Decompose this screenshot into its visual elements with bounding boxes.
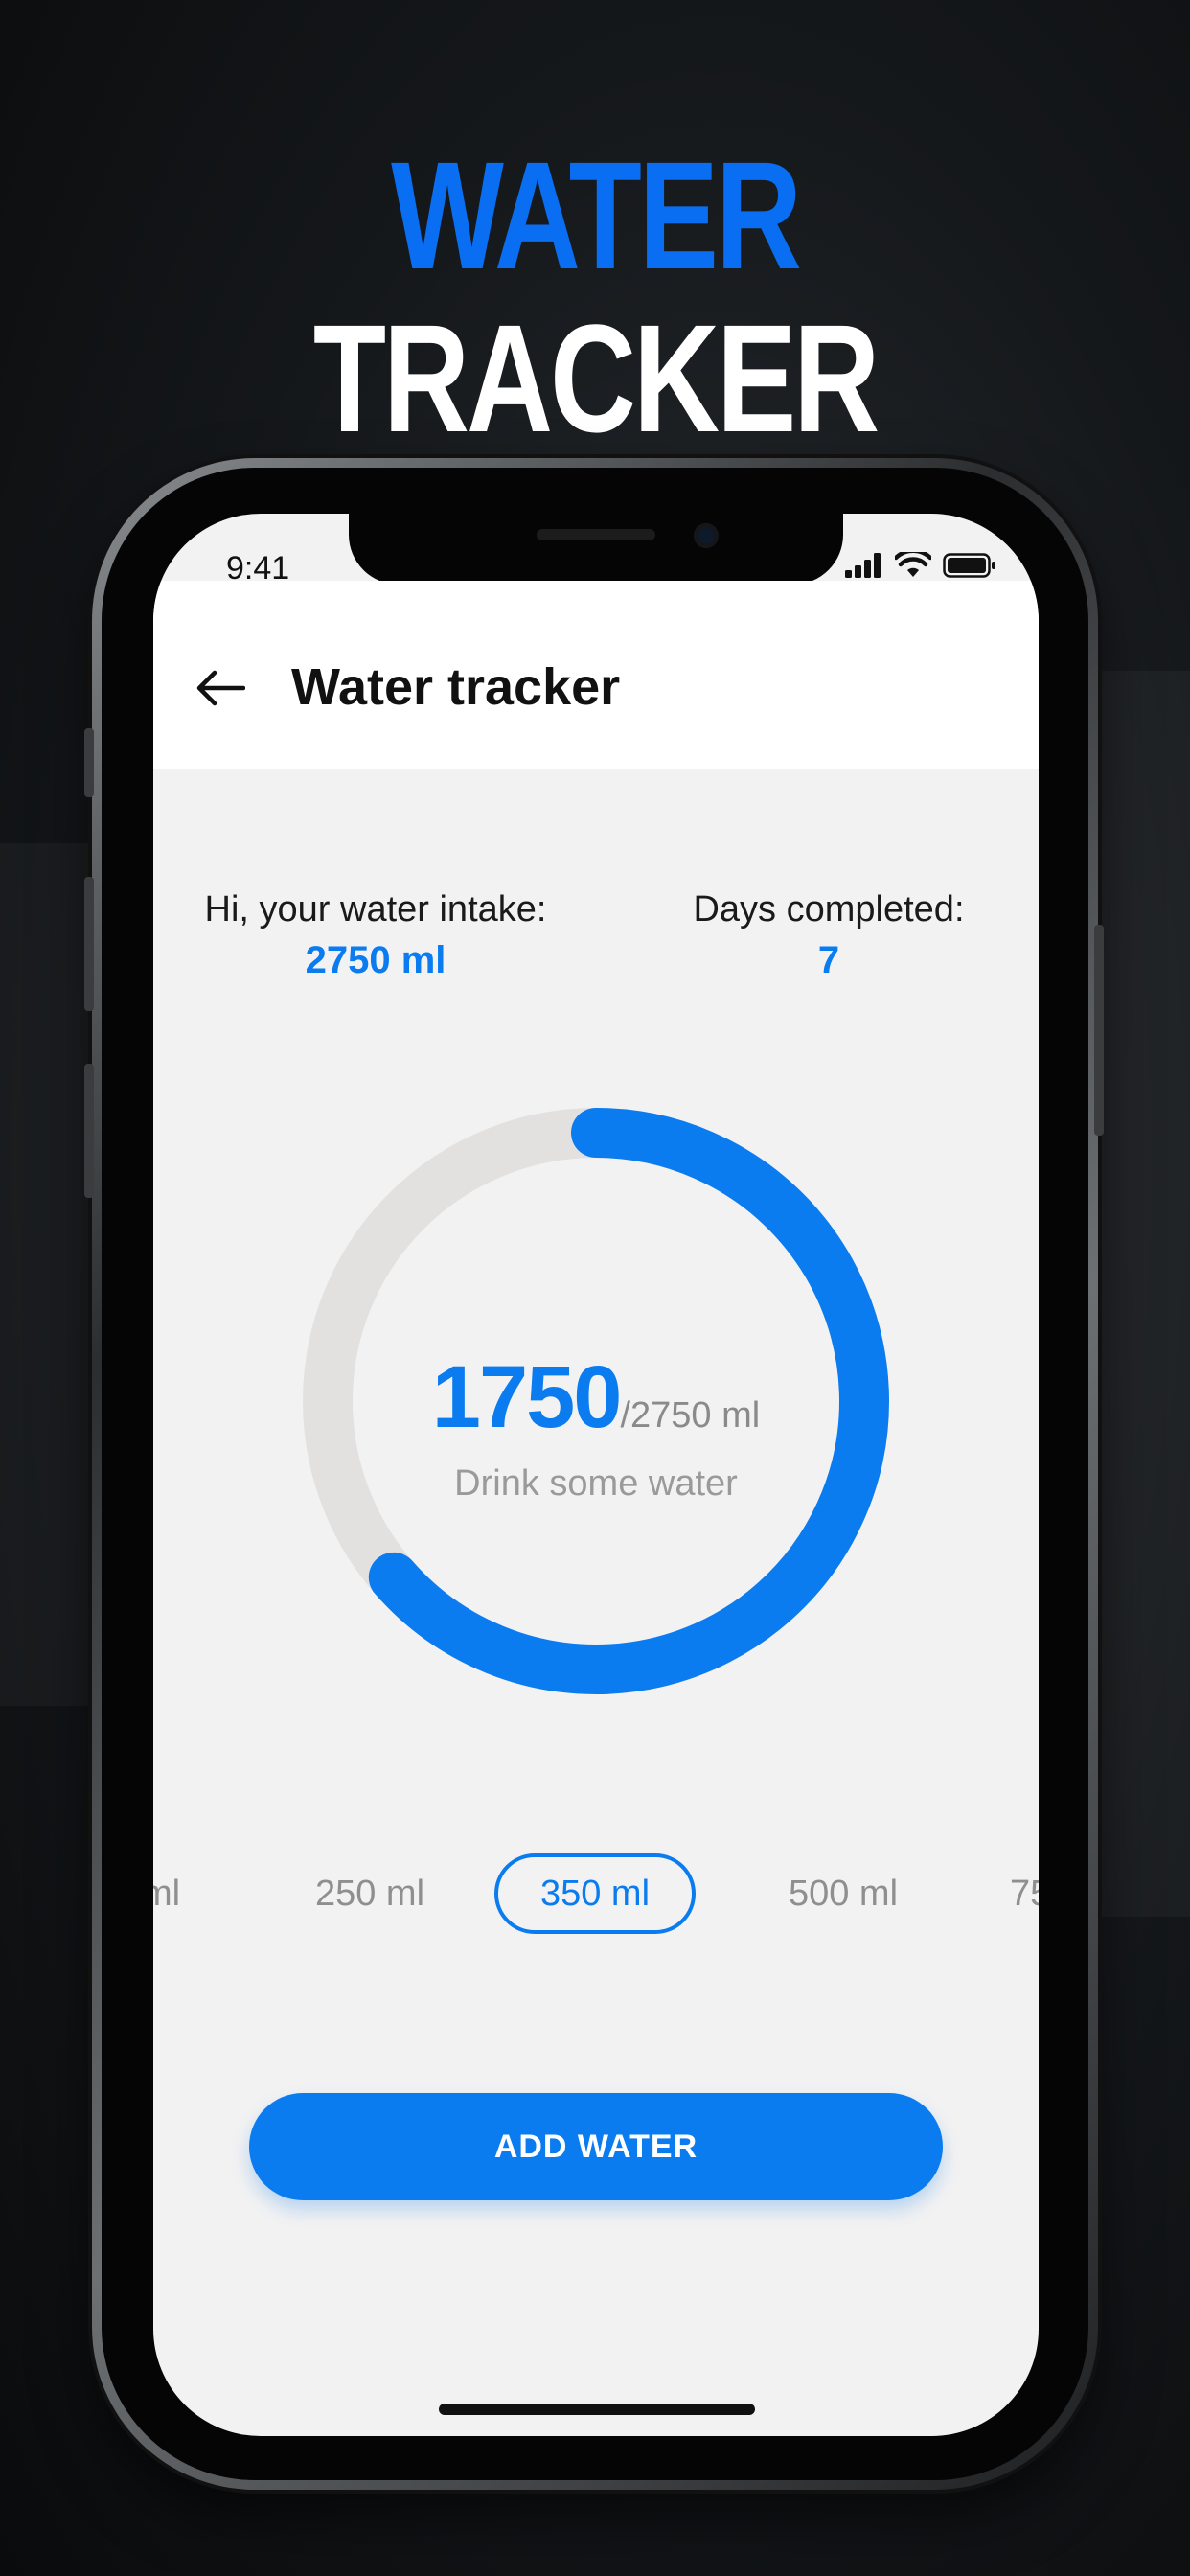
side-button-volume-down — [84, 1064, 94, 1198]
intake-value: 2750 ml — [305, 939, 446, 981]
headline-word-tracker: TRACKER — [312, 292, 880, 464]
progress-current: 1750 — [431, 1348, 623, 1446]
signal-icon — [845, 553, 881, 578]
amount-option[interactable]: 250 ml — [287, 1853, 452, 1934]
amount-option[interactable]: ml — [153, 1853, 190, 1934]
front-camera — [694, 523, 719, 548]
amount-option-selected[interactable]: 350 ml — [494, 1853, 696, 1934]
notch — [349, 514, 843, 585]
progress-total: /2750 ml — [620, 1395, 761, 1436]
wifi-icon — [895, 552, 931, 577]
back-arrow-icon[interactable] — [195, 669, 245, 707]
headline: WATER TRACKER — [131, 134, 1060, 460]
app-screen: 9:41 Water tracker Hi, your water intake… — [153, 514, 1039, 2436]
amount-selector: ml 250 ml 350 ml 500 ml 75 — [153, 1853, 1039, 1940]
add-water-button[interactable]: ADD WATER — [249, 2093, 943, 2200]
amount-option[interactable]: 75 — [1010, 1853, 1039, 1934]
side-button-power — [1094, 925, 1104, 1136]
progress-readout: 1750/2750 ml — [153, 1347, 1039, 1448]
headline-word-water: WATER — [391, 129, 802, 301]
days-label: Days completed: — [693, 889, 965, 930]
app-bar: Water tracker — [153, 581, 1039, 769]
intake-label: Hi, your water intake: — [204, 889, 547, 930]
home-indicator — [439, 2404, 755, 2415]
speaker-grille — [537, 529, 655, 540]
page-title: Water tracker — [291, 658, 621, 716]
days-value: 7 — [817, 939, 840, 981]
side-button-mute — [84, 728, 94, 797]
side-button-volume-up — [84, 877, 94, 1011]
amount-option[interactable]: 500 ml — [761, 1853, 926, 1934]
battery-icon — [943, 553, 995, 578]
progress-message: Drink some water — [454, 1463, 738, 1504]
status-icons — [845, 552, 996, 579]
